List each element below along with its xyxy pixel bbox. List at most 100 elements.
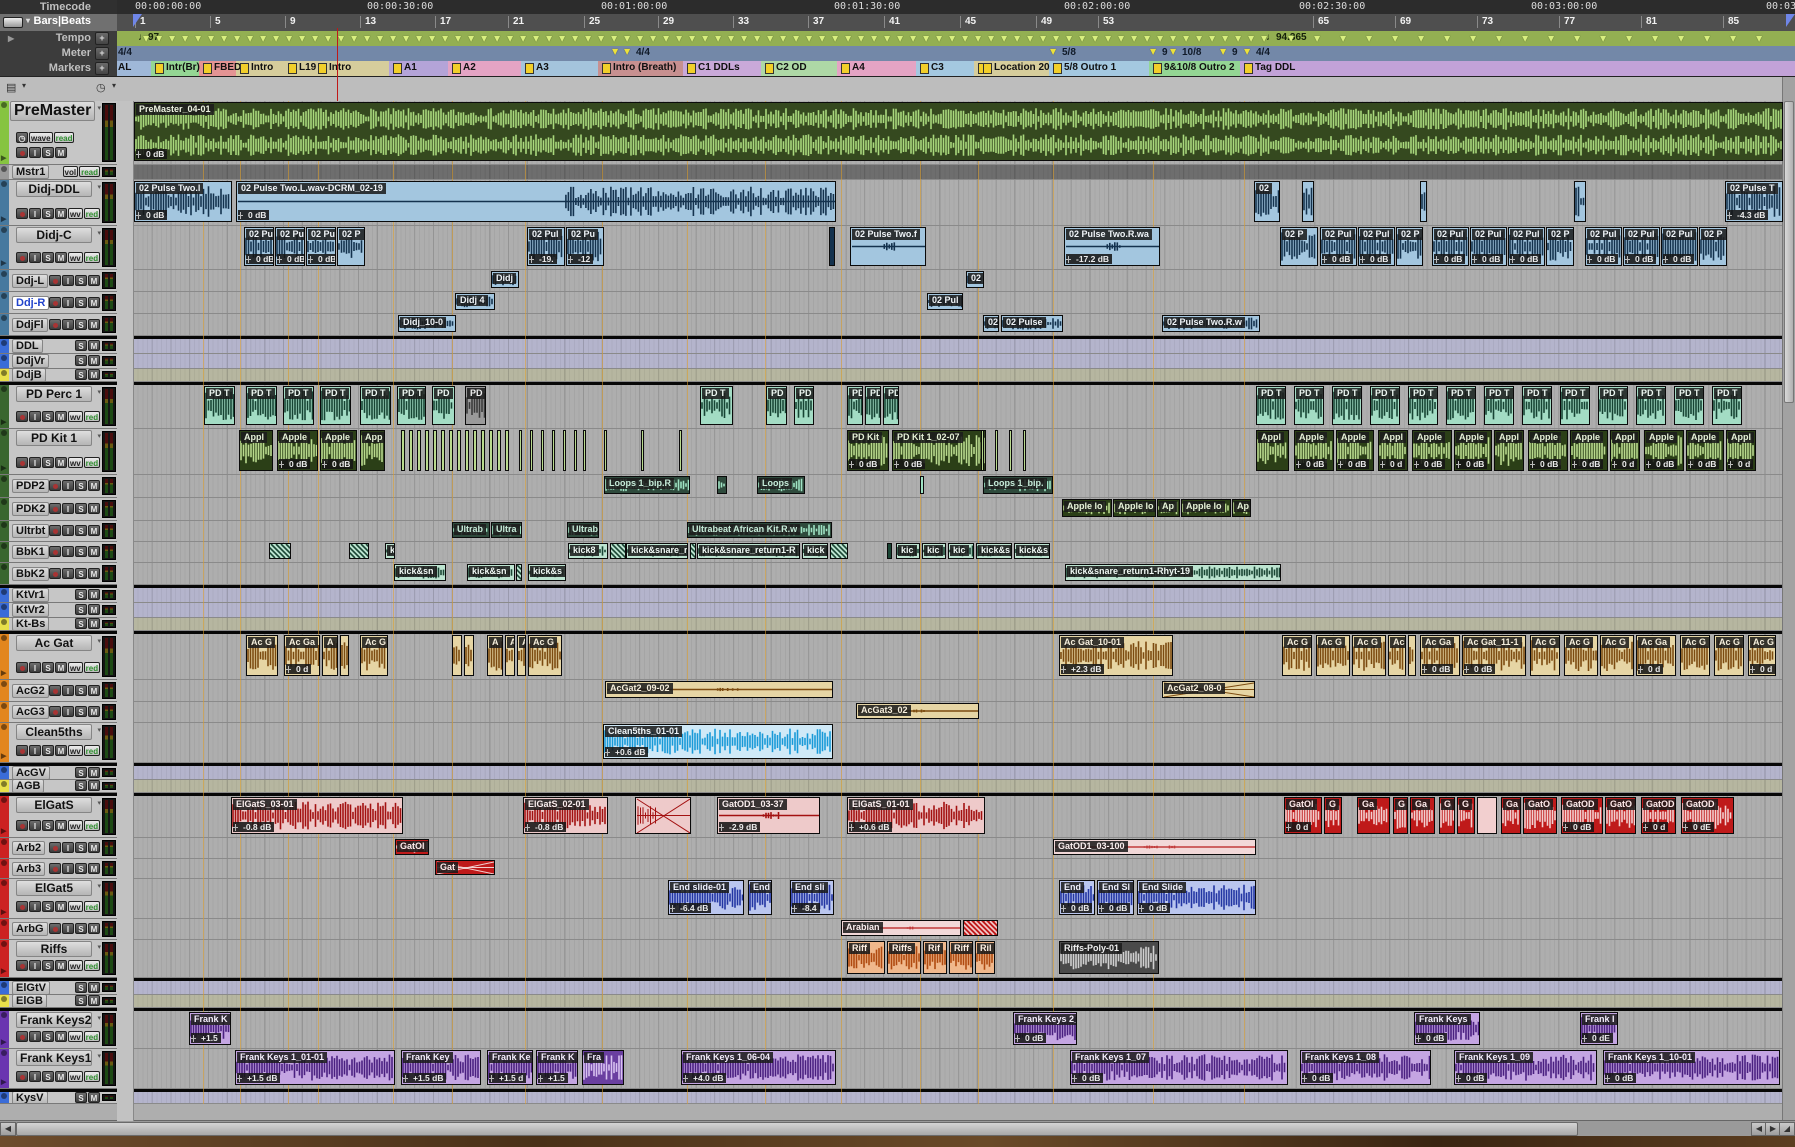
audio-clip[interactable]: PD T	[1712, 386, 1742, 425]
track-row-pd-kit1[interactable]: ▶PD Kit 1▾ISMwvred	[0, 429, 117, 475]
mute-button[interactable]: M	[55, 147, 67, 158]
audio-clip[interactable]: 02	[1254, 181, 1280, 222]
clip-gain-badge[interactable]: 0 dB	[894, 459, 925, 469]
audio-clip[interactable]	[920, 476, 924, 494]
audio-clip[interactable]	[489, 430, 493, 471]
track-lane-bbk2[interactable]: kick&snkick&snkick&skick&snare_return1-R…	[133, 563, 1783, 585]
record-enable-button[interactable]	[49, 568, 61, 579]
markers-ruler[interactable]: Markers + ALIntr(Br)FBEDIntroL19IntroA1A…	[0, 61, 1795, 77]
mute-button[interactable]: M	[88, 863, 100, 874]
mute-button[interactable]: M	[88, 685, 100, 696]
record-enable-button[interactable]	[16, 1071, 28, 1082]
input-monitor-button[interactable]: I	[62, 568, 74, 579]
collapse-toggle-icon[interactable]	[1, 767, 7, 773]
audio-clip[interactable]: 02 P	[1280, 227, 1318, 266]
audio-clip[interactable]: Ga	[1410, 797, 1435, 834]
audio-clip[interactable]	[829, 227, 835, 266]
clip-gain-badge[interactable]: 0 dB	[322, 459, 353, 469]
input-monitor-button[interactable]: I	[29, 960, 41, 971]
track-lane-elgat5[interactable]: End slide-01-6.4 dBEndEnd sli-8.4End0 dB…	[133, 879, 1783, 919]
track-name-elgtv[interactable]: ElGtV	[12, 981, 50, 994]
marker-flag-icon[interactable]	[920, 63, 929, 74]
clip-gain-badge[interactable]: 0 d	[1728, 459, 1753, 469]
track-name-pdk2[interactable]: PDK2	[12, 502, 49, 516]
mute-button[interactable]: M	[55, 208, 67, 219]
audio-clip[interactable]: k	[385, 543, 395, 559]
solo-button[interactable]: S	[75, 685, 87, 696]
audio-clip[interactable]: Ac G	[1714, 635, 1744, 676]
track-lane-pdp2[interactable]: Loops 1_bip.RLoopsLoops 1_bip.	[133, 475, 1783, 498]
audio-clip[interactable]: Ac G	[1316, 635, 1350, 676]
mute-button[interactable]: M	[88, 480, 100, 491]
clip-gain-badge[interactable]: 0 dB	[1072, 1073, 1103, 1083]
audio-clip[interactable]: Ril	[975, 941, 995, 974]
audio-clip[interactable]	[441, 430, 445, 471]
solo-button[interactable]: S	[75, 618, 87, 629]
audio-clip[interactable]: Ac Ga0 dB	[1420, 635, 1460, 676]
solo-button[interactable]: S	[42, 1031, 54, 1042]
track-row-ddj-r[interactable]: Ddj-RISM	[0, 292, 117, 314]
audio-clip[interactable]: Frank Keys 1_090 dB	[1454, 1050, 1597, 1085]
mute-button[interactable]: M	[88, 503, 100, 514]
track-lane-pd-kit1[interactable]: ApplApple0 dBApple0 dBAppPD Kit0 dBPD Ki…	[133, 429, 1783, 475]
chevron-down-icon[interactable]: ▾	[97, 388, 101, 396]
clip-gain-badge[interactable]: 0 dB	[1456, 1073, 1487, 1083]
clip-gain-badge[interactable]: 0 dB	[1688, 459, 1719, 469]
track-row-elgats[interactable]: ▶ElGatS▾ISMwvred	[0, 796, 117, 838]
collapse-toggle-icon[interactable]	[1, 430, 7, 436]
chevron-down-icon[interactable]: ▾	[97, 726, 101, 734]
mute-button[interactable]: M	[88, 319, 100, 330]
mute-button[interactable]: M	[88, 297, 100, 308]
audio-clip[interactable]: PD T	[1370, 386, 1400, 425]
track-row-ddjfl[interactable]: DdjFlISM	[0, 314, 117, 336]
vertical-scrollbar-thumb[interactable]	[1784, 101, 1794, 403]
solo-button[interactable]: S	[42, 411, 54, 422]
automation-mode-button[interactable]: red	[84, 208, 100, 219]
audio-clip[interactable]: Ac G	[1352, 635, 1386, 676]
audio-clip[interactable]: 02 Pul0 dB	[306, 227, 336, 266]
automation-mode-button[interactable]: red	[84, 411, 100, 422]
solo-button[interactable]: S	[75, 842, 87, 853]
track-lane-clean5ths[interactable]: Clean5ths_01-01+0.6 dB	[133, 723, 1783, 763]
audio-clip[interactable]: 02 Pulse Two.l0 dB	[134, 181, 232, 222]
mute-button[interactable]: M	[88, 923, 100, 934]
audio-clip[interactable]	[1302, 181, 1314, 222]
input-monitor-button[interactable]: I	[62, 503, 74, 514]
clip-gain-badge[interactable]: +2.3 dB	[1061, 664, 1104, 674]
audio-clip[interactable]: Apple0 dB	[1686, 430, 1724, 471]
clip-gain-badge[interactable]: 0 dB	[1416, 1033, 1447, 1043]
mute-button[interactable]: M	[55, 901, 67, 912]
record-enable-button[interactable]	[16, 411, 28, 422]
track-row-acg3[interactable]: AcG3ISM	[0, 702, 117, 723]
audio-clip[interactable]	[1023, 430, 1026, 471]
audio-clip[interactable]: 02 Pul0 dB	[1358, 227, 1395, 266]
expand-arrow-icon[interactable]: ▶	[1, 154, 6, 162]
collapse-toggle-icon[interactable]	[1, 355, 7, 361]
track-lane-kysv[interactable]	[133, 1092, 1783, 1104]
record-enable-button[interactable]	[49, 923, 61, 934]
automation-mode-button[interactable]: red	[84, 457, 100, 468]
input-monitor-button[interactable]: I	[62, 923, 74, 934]
marker-flag-icon[interactable]	[765, 63, 774, 74]
solo-button[interactable]: S	[75, 275, 87, 286]
audio-clip[interactable]: kick	[802, 543, 828, 559]
audio-clip[interactable]	[552, 430, 555, 471]
clip-gain-badge[interactable]: 0 dB	[277, 254, 305, 264]
solo-button[interactable]: S	[75, 706, 87, 717]
chevron-down-icon[interactable]: ▾	[97, 799, 101, 807]
input-monitor-button[interactable]: I	[62, 863, 74, 874]
record-enable-button[interactable]	[49, 503, 61, 514]
record-enable-button[interactable]	[16, 745, 28, 756]
clip-gain-badge[interactable]: -0.8 dB	[233, 822, 274, 832]
collapse-toggle-icon[interactable]	[1, 941, 7, 947]
audio-clip[interactable]: Loops	[757, 476, 805, 494]
clip-gain-badge[interactable]: 0 dB	[1605, 1073, 1636, 1083]
mute-button[interactable]: M	[88, 995, 100, 1006]
clip-gain-badge[interactable]: -19.	[529, 254, 557, 264]
audio-clip[interactable]: PD	[465, 386, 486, 425]
audio-clip[interactable]: Ap	[1157, 499, 1180, 517]
input-monitor-button[interactable]: I	[29, 147, 41, 158]
track-row-riffs[interactable]: ▶Riffs▾ISMwvred	[0, 940, 117, 978]
track-name-ddj-l[interactable]: Ddj-L	[12, 274, 48, 288]
automation-mode-button[interactable]: red	[84, 252, 100, 263]
